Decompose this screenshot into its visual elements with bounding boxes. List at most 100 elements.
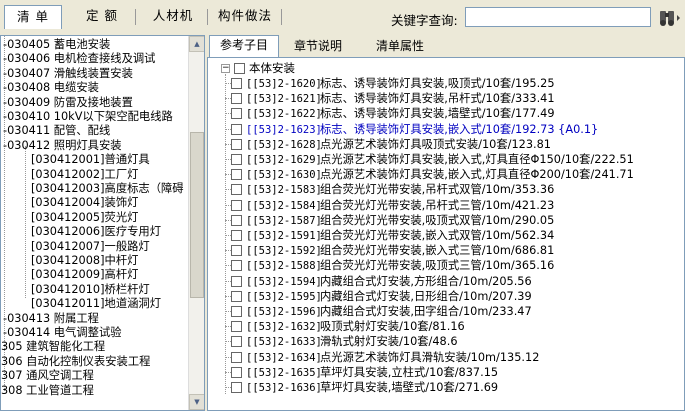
tab-quota[interactable]: 定 额	[72, 5, 136, 29]
tab-reference-items[interactable]: 参考子目	[209, 35, 279, 57]
tree-item[interactable]: -030408 电缆安装	[3, 81, 99, 94]
tree-item-code: -030408	[3, 81, 51, 95]
reference-item-tree[interactable]: − 本体安装 [[53]2-1620]标志、诱导装饰灯具安装,吸顶式/10套/1…	[207, 57, 685, 411]
reference-item[interactable]: [[53]2-1621]标志、诱导装饰灯具安装,吊杆式/10套/333.41	[246, 92, 555, 105]
scroll-thumb[interactable]	[190, 132, 204, 298]
tree-item-code: -030407	[3, 66, 51, 80]
tree-item-code: [030412004]	[31, 196, 105, 210]
tree-item[interactable]: -030411 配管、配线	[3, 124, 110, 137]
item-checkbox[interactable]	[231, 290, 242, 302]
reference-item[interactable]: [[53]2-1594]内藏组合式灯安装,方形组合/10m/205.56	[246, 275, 532, 288]
item-checkbox[interactable]	[231, 275, 242, 287]
item-checkbox[interactable]	[231, 321, 242, 333]
tree-item-code: [030412001]	[31, 153, 105, 167]
reference-item[interactable]: [[53]2-1636]草坪灯具安装,墙壁式/10套/271.69	[246, 381, 498, 394]
tree-item[interactable]: -030410 10kV以下架空配电线路	[3, 110, 173, 123]
item-checkbox[interactable]	[231, 108, 242, 120]
reference-item[interactable]: [[53]2-1630]点光源艺术装饰灯具安装,嵌入式,灯具直径Φ200/10套…	[246, 168, 634, 181]
tree-item[interactable]: 308 工业管道工程	[1, 384, 94, 397]
reference-item[interactable]: [[53]2-1592]组合荧光灯光带安装,嵌入式三管/10m/686.81	[246, 244, 554, 257]
tree-item[interactable]: [030412008]中杆灯	[31, 254, 138, 267]
keyword-search-input[interactable]	[465, 7, 651, 27]
reference-item[interactable]: [[53]2-1629]点光源艺术装饰灯具安装,嵌入式,灯具直径Φ150/10套…	[246, 153, 634, 166]
item-checkbox[interactable]	[231, 366, 242, 378]
tree-item[interactable]: -030413 附属工程	[3, 312, 99, 325]
reference-item[interactable]: [[53]2-1584]组合荧光灯光带安装,吊杆式三管/10m/421.23	[246, 199, 554, 212]
tree-item[interactable]: [030412003]高度标志（障碍	[31, 182, 184, 195]
item-branch-line	[225, 83, 231, 84]
tree-item[interactable]: [030412005]荧光灯	[31, 211, 138, 224]
tree-item[interactable]: -030412 照明灯具安装	[3, 139, 122, 152]
tree-item-label: 桥栏杆灯	[104, 282, 150, 296]
reference-item[interactable]: [[53]2-1595]内藏组合式灯安装,日形组合/10m/207.39	[246, 290, 532, 303]
reference-item[interactable]: [[53]2-1620]标志、诱导装饰灯具安装,吸顶式/10套/195.25	[246, 77, 555, 90]
reference-item[interactable]: [[53]2-1634]点光源艺术装饰灯具滑轨安装/10m/135.12	[246, 351, 539, 364]
item-checkbox[interactable]	[231, 78, 242, 89]
reference-item[interactable]: [[53]2-1632]吸顶式射灯安装/10套/81.16	[246, 320, 465, 333]
item-checkbox[interactable]	[231, 245, 242, 257]
tab-quota-label: 定 额	[86, 8, 118, 23]
tree-item[interactable]: -030409 防雷及接地装置	[3, 96, 133, 109]
tab-component-method[interactable]: 构件做法	[212, 5, 282, 29]
reference-item[interactable]: [[53]2-1628]点光源艺术装饰灯具吸顶式安装/10套/123.81	[246, 138, 551, 151]
tree-item[interactable]: [030412002]工厂灯	[31, 168, 138, 181]
tab-bill-attributes[interactable]: 清单属性	[367, 37, 433, 57]
item-checkbox[interactable]	[231, 306, 242, 317]
reference-item-desc: 点光源艺术装饰灯具滑轨安装/10m/135.12	[320, 350, 540, 364]
item-branch-line	[225, 326, 231, 328]
scroll-down-arrow-icon[interactable]: ▼	[189, 394, 204, 410]
scroll-up-arrow-icon[interactable]: ▲	[189, 36, 204, 52]
tree-item[interactable]: -030405 蓄电池安装	[3, 38, 110, 51]
tree-item[interactable]: -030406 电机检查接线及调试	[3, 52, 155, 65]
reference-item-desc: 组合荧光灯光带安装,吸顶式三管/10m/365.16	[320, 259, 555, 273]
tree-item[interactable]: 305 建筑智能化工程	[1, 340, 105, 353]
item-checkbox[interactable]	[231, 199, 242, 211]
tree-item-label: 电缆安装	[50, 81, 99, 95]
reference-item[interactable]: [[53]2-1587]组合荧光灯光带安装,吸顶式双管/10m/290.05	[246, 214, 554, 227]
reference-item[interactable]: [[53]2-1591]组合荧光灯光带安装,嵌入式双管/10m/562.34	[246, 229, 554, 242]
tree-item[interactable]: [030412007]一般路灯	[31, 240, 150, 253]
item-branch-line	[225, 371, 231, 373]
item-checkbox[interactable]	[231, 336, 242, 348]
binoculars-search-icon[interactable]	[657, 8, 681, 28]
item-checkbox[interactable]	[231, 260, 242, 272]
item-checkbox[interactable]	[231, 230, 242, 241]
tree-item[interactable]: [030412006]医疗专用灯	[31, 225, 161, 238]
tab-bill[interactable]: 清 单	[4, 5, 62, 29]
item-checkbox[interactable]	[231, 138, 242, 150]
tree-item[interactable]: -030407 滑触线装置安装	[3, 67, 133, 80]
reference-item[interactable]: [[53]2-1588]组合荧光灯光带安装,吸顶式三管/10m/365.16	[246, 259, 554, 272]
reference-item[interactable]: [[53]2-1623]标志、诱导装饰灯具安装,嵌入式/10套/192.73 {…	[246, 123, 598, 136]
item-branch-line	[225, 174, 231, 176]
item-checkbox[interactable]	[231, 184, 242, 196]
tree-item-code: 305	[1, 340, 23, 354]
tree-item[interactable]: [030412001]普通灯具	[31, 153, 150, 166]
tree-item[interactable]: -030414 电气调整试验	[3, 326, 122, 339]
reference-item[interactable]: [[53]2-1583]组合荧光灯光带安装,吊杆式双管/10m/353.36	[246, 183, 554, 196]
item-checkbox[interactable]	[231, 169, 242, 181]
tree-item[interactable]: [030412011]地道涵洞灯	[31, 297, 161, 310]
item-checkbox[interactable]	[231, 382, 242, 393]
reference-item[interactable]: [[53]2-1633]滑轨式射灯安装/10套/48.6	[246, 335, 458, 348]
top-toolbar: 清 单 定 额 人材机 构件做法 关键字查询:	[0, 0, 685, 33]
category-tree[interactable]: -030405 蓄电池安装 -030406 电机检查接线及调试 -030407 滑触…	[0, 35, 205, 411]
reference-item[interactable]: [[53]2-1635]草坪灯具安装,立柱式/10套/837.15	[246, 366, 498, 379]
reference-item[interactable]: [[53]2-1622]标志、诱导装饰灯具安装,墙壁式/10套/177.49	[246, 107, 555, 120]
tab-chapter-notes[interactable]: 章节说明	[285, 37, 351, 57]
tree-item[interactable]: [030412010]桥栏杆灯	[31, 283, 150, 296]
item-checkbox[interactable]	[231, 214, 242, 226]
tree-item[interactable]: 307 通风空调工程	[1, 369, 94, 382]
detail-panel: 参考子目 章节说明 清单属性 − 本体安装 [[53]2-1620]标志、诱导装…	[207, 35, 685, 411]
item-checkbox[interactable]	[231, 351, 242, 363]
tab-labor-materials-machines[interactable]: 人材机	[140, 5, 208, 29]
item-checkbox[interactable]	[231, 93, 242, 105]
reference-item[interactable]: [[53]2-1596]内藏组合式灯安装,田字组合/10m/233.47	[246, 305, 532, 318]
tree-item[interactable]: [030412009]高杆灯	[31, 268, 138, 281]
tree-item[interactable]: 306 自动化控制仪表安装工程	[1, 355, 150, 368]
collapse-icon[interactable]: −	[221, 64, 230, 73]
root-checkbox[interactable]	[234, 63, 245, 74]
tree-scrollbar[interactable]: ▲ ▼	[188, 36, 204, 410]
item-checkbox[interactable]	[231, 123, 242, 135]
tree-item[interactable]: [030412004]装饰灯	[31, 196, 138, 209]
item-checkbox[interactable]	[231, 154, 242, 165]
